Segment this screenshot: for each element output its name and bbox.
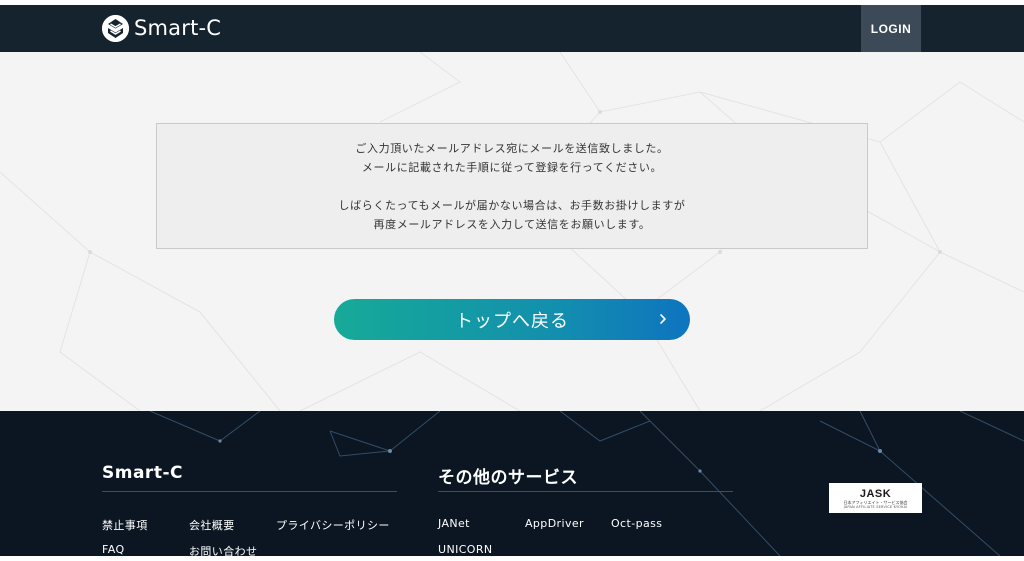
footer-link-contact[interactable]: お問い合わせ	[189, 543, 257, 556]
message-paragraph: しばらくたってもメールが届かない場合は、お手数お掛けしますが 再度メールアドレス…	[339, 196, 686, 234]
confirmation-message-box: ご入力頂いたメールアドレス宛にメールを送信致しました。 メールに記載された手順に…	[156, 123, 868, 249]
page: Smart-C LOGIN ご入力頂いたメールアドレス宛にメールを送信致しました…	[0, 0, 1024, 561]
smart-c-logo-icon	[102, 14, 129, 42]
footer-services-links: JANet AppDriver Oct-pass UNICORN	[438, 492, 733, 556]
site-logo[interactable]: Smart-C	[102, 13, 221, 43]
footer-link-privacy[interactable]: プライバシーポリシー	[276, 517, 390, 533]
site-header: Smart-C LOGIN	[0, 5, 1024, 52]
message-line: しばらくたってもメールが届かない場合は、お手数お掛けしますが	[338, 198, 686, 212]
bottom-strip	[0, 556, 1024, 561]
back-to-top-button[interactable]: トップへ戻る	[334, 299, 690, 340]
footer-services-column: その他のサービス JANet AppDriver Oct-pass UNICOR…	[438, 463, 733, 556]
footer-link-appdriver[interactable]: AppDriver	[525, 517, 584, 530]
chevron-right-icon	[660, 314, 666, 324]
footer-link-prohibited[interactable]: 禁止事項	[102, 517, 148, 533]
login-button[interactable]: LOGIN	[861, 5, 921, 52]
footer-link-unicorn[interactable]: UNICORN	[438, 543, 493, 556]
back-to-top-label: トップへ戻る	[455, 310, 569, 332]
jask-badge-subtitle-en: JAPAN AFFILIATE SERVICE KYOKAI	[843, 504, 908, 509]
jask-badge[interactable]: JASK 日本アフィリエイト・サービス協会 JAPAN AFFILIATE SE…	[829, 483, 922, 513]
footer-link-company[interactable]: 会社概要	[189, 517, 235, 533]
message-line: ご入力頂いたメールアドレス宛にメールを送信致しました。	[355, 141, 669, 155]
footer-smartc-column: Smart-C 禁止事項 会社概要 プライバシーポリシー FAQ お問い合わせ	[102, 463, 397, 556]
footer-services-heading: その他のサービス	[438, 468, 578, 488]
message-line: 再度メールアドレスを入力して送信をお願いします。	[373, 217, 651, 231]
jask-badge-title: JASK	[859, 487, 892, 500]
main-content: ご入力頂いたメールアドレス宛にメールを送信致しました。 メールに記載された手順に…	[0, 52, 1024, 411]
footer-link-janet[interactable]: JANet	[438, 517, 470, 530]
footer-link-octpass[interactable]: Oct-pass	[611, 517, 662, 530]
message-line: メールに記載された手順に従って登録を行ってください。	[361, 160, 663, 174]
footer-smartc-links: 禁止事項 会社概要 プライバシーポリシー FAQ お問い合わせ	[102, 492, 397, 556]
site-footer: Smart-C 禁止事項 会社概要 プライバシーポリシー FAQ お問い合わせ …	[0, 411, 1024, 556]
message-paragraph: ご入力頂いたメールアドレス宛にメールを送信致しました。 メールに記載された手順に…	[355, 139, 668, 177]
logo-text: Smart-C	[134, 16, 222, 40]
footer-link-faq[interactable]: FAQ	[102, 543, 125, 556]
footer-smartc-heading: Smart-C	[102, 463, 183, 483]
